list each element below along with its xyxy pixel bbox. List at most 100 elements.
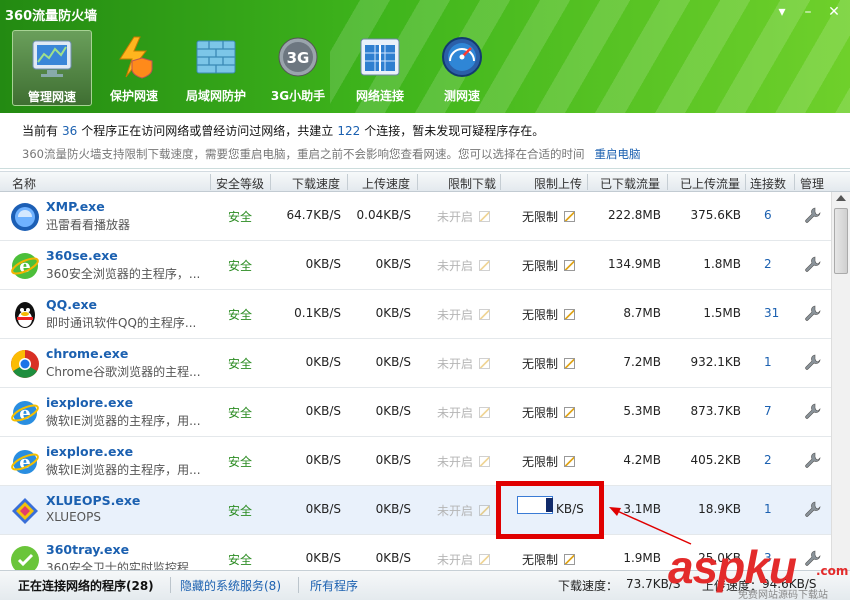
tab-hidden-services[interactable]: 隐藏的系统服务(8) (180, 577, 281, 594)
edit-pencil-icon[interactable] (479, 211, 491, 222)
column-header-connections[interactable]: 连接数 (750, 175, 786, 192)
table-row[interactable]: e 360se.exe 360安全浏览器的主程序，... 安全 0KB/S 0KB/S 未开… (0, 241, 831, 290)
edit-pencil-icon[interactable] (479, 260, 491, 271)
upload-limit-value[interactable]: 无限制 (522, 257, 576, 274)
connection-count[interactable]: 7 (764, 404, 772, 418)
scroll-up-icon[interactable] (836, 195, 846, 201)
vertical-scrollbar[interactable] (831, 192, 850, 570)
process-name: XMP.exe (46, 199, 105, 214)
connection-count[interactable]: 2 (764, 453, 772, 467)
column-header-upload-speed[interactable]: 上传速度 (362, 175, 410, 192)
upload-speed: 0KB/S (375, 551, 411, 565)
tab-3g-assistant[interactable]: 3G 3G小助手 (258, 30, 338, 106)
table-row[interactable]: XLUEOPS.exe XLUEOPS 安全 0KB/S 0KB/S 未开启 KB/S 3.1… (0, 486, 831, 535)
column-header-uploaded[interactable]: 已上传流量 (680, 175, 740, 192)
process-name: chrome.exe (46, 346, 129, 361)
download-limit-value[interactable]: 未开启 (437, 208, 491, 225)
restart-computer-link[interactable]: 重启电脑 (594, 147, 640, 161)
download-limit-value[interactable]: 未开启 (437, 551, 491, 568)
edit-pencil-icon[interactable] (564, 456, 576, 467)
download-limit-value[interactable]: 未开启 (437, 355, 491, 372)
close-button[interactable]: ✕ (826, 4, 842, 20)
download-limit-value[interactable]: 未开启 (437, 306, 491, 323)
window-controls: ▾ – ✕ (774, 4, 842, 20)
wrench-icon[interactable] (803, 206, 821, 224)
edit-pencil-icon[interactable] (564, 260, 576, 271)
upload-limit-value[interactable]: 无限制 (522, 306, 576, 323)
column-header-limit-download[interactable]: 限制下载 (448, 175, 496, 192)
3g-badge-icon: 3G (276, 35, 320, 79)
edit-pencil-icon[interactable] (564, 358, 576, 369)
column-header-name[interactable]: 名称 (12, 175, 36, 192)
tab-manage-speed[interactable]: 管理网速 (12, 30, 92, 106)
column-header-safety[interactable]: 安全等级 (216, 175, 264, 192)
safety-level: 安全 (228, 406, 253, 420)
download-limit-value[interactable]: 未开启 (437, 257, 491, 274)
upload-limit-value[interactable]: 无限制 (522, 453, 576, 470)
column-header-limit-upload[interactable]: 限制上传 (534, 175, 582, 192)
tab-network-connections[interactable]: 网络连接 (340, 30, 420, 106)
wrench-icon[interactable] (803, 304, 821, 322)
download-speed: 0KB/S (305, 502, 341, 516)
table-row[interactable]: e iexplore.exe 微软IE浏览器的主程序，用... 安全 0KB/S 0KB/… (0, 388, 831, 437)
process-description: 360安全卫士的实时监控程... (46, 561, 201, 570)
wrench-icon[interactable] (803, 500, 821, 518)
edit-pencil-icon[interactable] (564, 554, 576, 565)
tab-lan-protection[interactable]: 局域网防护 (176, 30, 256, 106)
minimize-button[interactable]: – (800, 4, 816, 20)
column-header-manage[interactable]: 管理 (800, 175, 824, 192)
wrench-icon[interactable] (803, 451, 821, 469)
wrench-icon[interactable] (803, 402, 821, 420)
process-description: 微软IE浏览器的主程序，用... (46, 414, 201, 428)
connection-count[interactable]: 31 (764, 306, 779, 320)
main-toolbar: 管理网速 保护网速 局域网防护 3G 3G小助手 网络连接 测网速 (12, 30, 504, 106)
column-header-downloaded[interactable]: 已下载流量 (600, 175, 660, 192)
uploaded-total: 405.2KB (690, 453, 741, 467)
download-speed: 0KB/S (305, 404, 341, 418)
upload-speed: 0KB/S (375, 306, 411, 320)
downloaded-total: 8.7MB (623, 306, 661, 320)
upload-limit-value[interactable]: 无限制 (522, 355, 576, 372)
edit-pencil-icon[interactable] (479, 407, 491, 418)
upload-limit-value[interactable]: 无限制 (522, 208, 576, 225)
wrench-icon[interactable] (803, 353, 821, 371)
tab-protect-speed[interactable]: 保护网速 (94, 30, 174, 106)
edit-pencil-icon[interactable] (479, 505, 491, 516)
safety-level: 安全 (228, 210, 253, 224)
edit-pencil-icon[interactable] (564, 211, 576, 222)
edit-pencil-icon[interactable] (564, 309, 576, 320)
table-row[interactable]: e iexplore.exe 微软IE浏览器的主程序，用... 安全 0KB/S 0KB/… (0, 437, 831, 486)
lightning-shield-icon (112, 35, 156, 79)
download-limit-value[interactable]: 未开启 (437, 453, 491, 470)
tab-speed-test[interactable]: 测网速 (422, 30, 502, 106)
table-row[interactable]: QQ.exe 即时通讯软件QQ的主程序... 安全 0.1KB/S 0KB/S 未开启 无限… (0, 290, 831, 339)
process-description: Chrome谷歌浏览器的主程... (46, 365, 201, 379)
connection-count[interactable]: 1 (764, 502, 772, 516)
menu-dropdown-button[interactable]: ▾ (774, 4, 790, 20)
edit-pencil-icon[interactable] (479, 554, 491, 565)
table-row[interactable]: XMP.exe 迅雷看看播放器 安全 64.7KB/S 0.04KB/S 未开启 无限制 22… (0, 192, 831, 241)
connection-count[interactable]: 1 (764, 355, 772, 369)
connection-count[interactable]: 6 (764, 208, 772, 222)
table-row[interactable]: chrome.exe Chrome谷歌浏览器的主程... 安全 0KB/S 0KB/S 未… (0, 339, 831, 388)
brick-wall-icon (194, 35, 238, 79)
tab-connected-programs[interactable]: 正在连接网络的程序(28) (18, 577, 154, 594)
edit-pencil-icon[interactable] (479, 456, 491, 467)
edit-pencil-icon[interactable] (479, 309, 491, 320)
edit-pencil-icon[interactable] (479, 358, 491, 369)
scrollbar-thumb[interactable] (834, 208, 848, 274)
network-window-icon (358, 35, 402, 79)
wrench-icon[interactable] (803, 255, 821, 273)
tab-all-programs[interactable]: 所有程序 (310, 577, 358, 594)
downloaded-total: 1.9MB (623, 551, 661, 565)
upload-limit-value[interactable]: 无限制 (522, 551, 576, 568)
tab-label: 3G小助手 (270, 89, 326, 103)
ie-icon: e (10, 447, 40, 477)
download-limit-value[interactable]: 未开启 (437, 502, 491, 519)
column-header-download-speed[interactable]: 下载速度 (292, 175, 340, 192)
edit-pencil-icon[interactable] (564, 407, 576, 418)
connection-count[interactable]: 2 (764, 257, 772, 271)
download-limit-value[interactable]: 未开启 (437, 404, 491, 421)
process-description: 微软IE浏览器的主程序，用... (46, 463, 201, 477)
upload-limit-value[interactable]: 无限制 (522, 404, 576, 421)
